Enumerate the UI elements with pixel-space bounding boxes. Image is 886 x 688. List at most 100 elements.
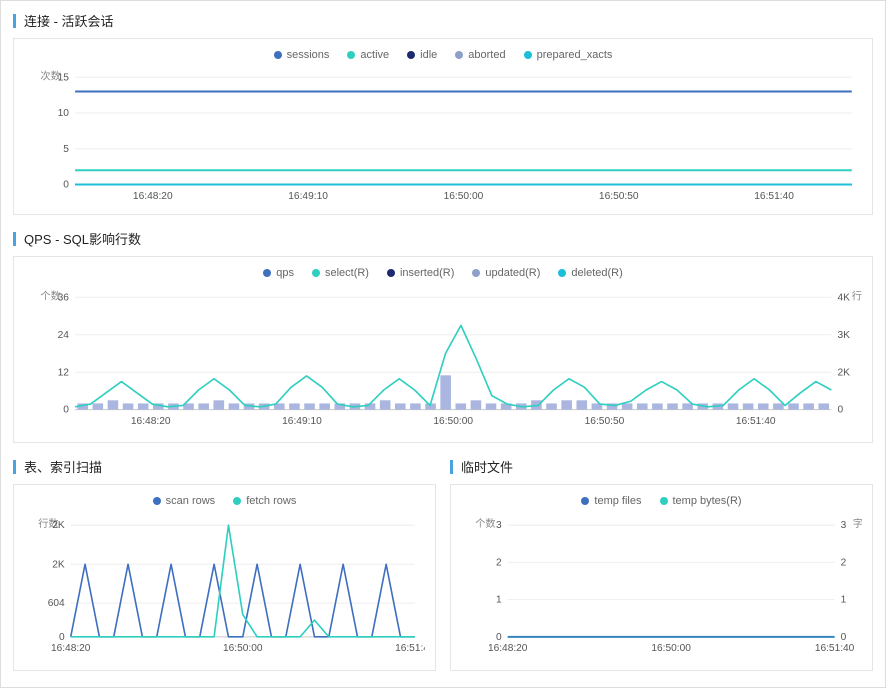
- svg-text:0: 0: [837, 405, 843, 416]
- legend-temp: temp files temp bytes(R): [461, 495, 862, 507]
- svg-text:16:48:20: 16:48:20: [133, 191, 173, 202]
- section-header-conn: 连接 - 活跃会话: [13, 11, 873, 30]
- legend-item[interactable]: sessions: [274, 49, 330, 61]
- header-accent: [13, 460, 16, 474]
- svg-text:16:50:50: 16:50:50: [599, 191, 639, 202]
- svg-text:2K: 2K: [837, 367, 850, 378]
- svg-text:0: 0: [59, 632, 65, 643]
- legend-scan: scan rows fetch rows: [24, 495, 425, 507]
- svg-text:16:48:20: 16:48:20: [488, 643, 528, 654]
- svg-text:3: 3: [841, 521, 847, 532]
- dot-icon: [312, 269, 320, 277]
- svg-text:36: 36: [58, 292, 70, 303]
- svg-text:16:49:10: 16:49:10: [282, 416, 322, 427]
- dot-icon: [472, 269, 480, 277]
- svg-text:15: 15: [58, 72, 70, 83]
- svg-text:2K: 2K: [52, 521, 65, 532]
- section-title-conn: 连接 - 活跃会话: [24, 11, 114, 30]
- dot-icon: [524, 51, 532, 59]
- svg-text:16:51:40: 16:51:40: [736, 416, 776, 427]
- svg-text:16:49:10: 16:49:10: [288, 191, 328, 202]
- chart-qps: 个数行数00122K243K364K16:48:2016:49:1016:50:…: [24, 285, 862, 438]
- dot-icon: [347, 51, 355, 59]
- svg-text:16:50:00: 16:50:00: [433, 416, 473, 427]
- svg-text:16:50:00: 16:50:00: [223, 643, 263, 654]
- section-scan: 表、索引扫描 scan rows fetch rows 行数06042K2K16…: [13, 457, 436, 670]
- legend-item[interactable]: inserted(R): [387, 267, 454, 279]
- section-temp: 临时文件 temp files temp bytes(R) 个数 字节 0 0 1 1 2 2…: [450, 457, 873, 670]
- svg-text:3K: 3K: [837, 330, 850, 341]
- chart-conn: 次数05101516:48:2016:49:1016:50:0016:50:50…: [24, 67, 862, 210]
- header-accent: [13, 14, 16, 28]
- svg-text:16:51:40: 16:51:40: [395, 643, 425, 654]
- legend-item[interactable]: active: [347, 49, 389, 61]
- svg-text:0: 0: [63, 405, 69, 416]
- dot-icon: [263, 269, 271, 277]
- svg-text:16:51:40: 16:51:40: [815, 643, 855, 654]
- chart-card-conn: sessions active idle aborted prepared_xa…: [13, 38, 873, 215]
- svg-text:3: 3: [496, 521, 502, 532]
- legend-item[interactable]: idle: [407, 49, 437, 61]
- header-accent: [13, 232, 16, 246]
- svg-text:个数: 个数: [475, 518, 495, 531]
- svg-text:2: 2: [841, 558, 847, 569]
- dot-icon: [274, 51, 282, 59]
- section-title-temp: 临时文件: [461, 457, 513, 476]
- chart-card-qps: qps select(R) inserted(R) updated(R) del…: [13, 256, 873, 443]
- section-title-scan: 表、索引扫描: [24, 457, 102, 476]
- svg-text:604: 604: [48, 599, 65, 610]
- header-accent: [450, 460, 453, 474]
- svg-text:4K: 4K: [837, 292, 850, 303]
- svg-text:16:50:50: 16:50:50: [585, 416, 625, 427]
- svg-text:字节: 字节: [853, 518, 862, 531]
- legend-item[interactable]: temp files: [581, 495, 641, 507]
- dot-icon: [153, 497, 161, 505]
- svg-text:16:48:20: 16:48:20: [131, 416, 171, 427]
- svg-text:16:50:00: 16:50:00: [651, 643, 691, 654]
- svg-text:0: 0: [63, 180, 69, 191]
- dot-icon: [660, 497, 668, 505]
- svg-text:16:48:20: 16:48:20: [51, 643, 91, 654]
- svg-text:0: 0: [496, 632, 502, 643]
- svg-text:12: 12: [58, 367, 70, 378]
- svg-text:5: 5: [63, 144, 69, 155]
- chart-card-temp: temp files temp bytes(R) 个数 字节 0 0 1 1 2 2 3 3 16:…: [450, 484, 873, 670]
- svg-text:2: 2: [496, 558, 502, 569]
- legend-conn: sessions active idle aborted prepared_xa…: [24, 49, 862, 61]
- legend-item[interactable]: qps: [263, 267, 294, 279]
- legend-item[interactable]: prepared_xacts: [524, 49, 613, 61]
- dot-icon: [407, 51, 415, 59]
- dot-icon: [558, 269, 566, 277]
- section-conn: 连接 - 活跃会话 sessions active idle aborted p…: [13, 11, 873, 215]
- section-title-qps: QPS - SQL影响行数: [24, 229, 141, 248]
- dot-icon: [581, 497, 589, 505]
- svg-text:行数: 行数: [852, 289, 862, 302]
- section-qps: QPS - SQL影响行数 qps select(R) inserted(R) …: [13, 229, 873, 443]
- legend-item[interactable]: deleted(R): [558, 267, 622, 279]
- legend-item[interactable]: aborted: [455, 49, 505, 61]
- legend-item[interactable]: select(R): [312, 267, 369, 279]
- legend-item[interactable]: scan rows: [153, 495, 216, 507]
- section-header-temp: 临时文件: [450, 457, 873, 476]
- legend-item[interactable]: updated(R): [472, 267, 540, 279]
- chart-scan: 行数06042K2K16:48:2016:50:0016:51:40: [24, 513, 425, 665]
- svg-text:16:50:00: 16:50:00: [444, 191, 484, 202]
- svg-text:10: 10: [58, 108, 70, 119]
- section-header-qps: QPS - SQL影响行数: [13, 229, 873, 248]
- svg-text:1: 1: [841, 595, 847, 606]
- row-bottom: 表、索引扫描 scan rows fetch rows 行数06042K2K16…: [13, 457, 873, 670]
- chart-temp: 个数 字节 0 0 1 1 2 2 3 3 16:48:20 16:50:00 16:51:40: [461, 513, 862, 665]
- dot-icon: [233, 497, 241, 505]
- svg-text:16:51:40: 16:51:40: [754, 191, 794, 202]
- dot-icon: [455, 51, 463, 59]
- svg-text:2K: 2K: [52, 560, 65, 571]
- dot-icon: [387, 269, 395, 277]
- section-header-scan: 表、索引扫描: [13, 457, 436, 476]
- chart-card-scan: scan rows fetch rows 行数06042K2K16:48:201…: [13, 484, 436, 670]
- legend-qps: qps select(R) inserted(R) updated(R) del…: [24, 267, 862, 279]
- legend-item[interactable]: temp bytes(R): [660, 495, 742, 507]
- svg-text:1: 1: [496, 595, 502, 606]
- legend-item[interactable]: fetch rows: [233, 495, 296, 507]
- svg-text:24: 24: [58, 330, 70, 341]
- svg-text:0: 0: [841, 632, 847, 643]
